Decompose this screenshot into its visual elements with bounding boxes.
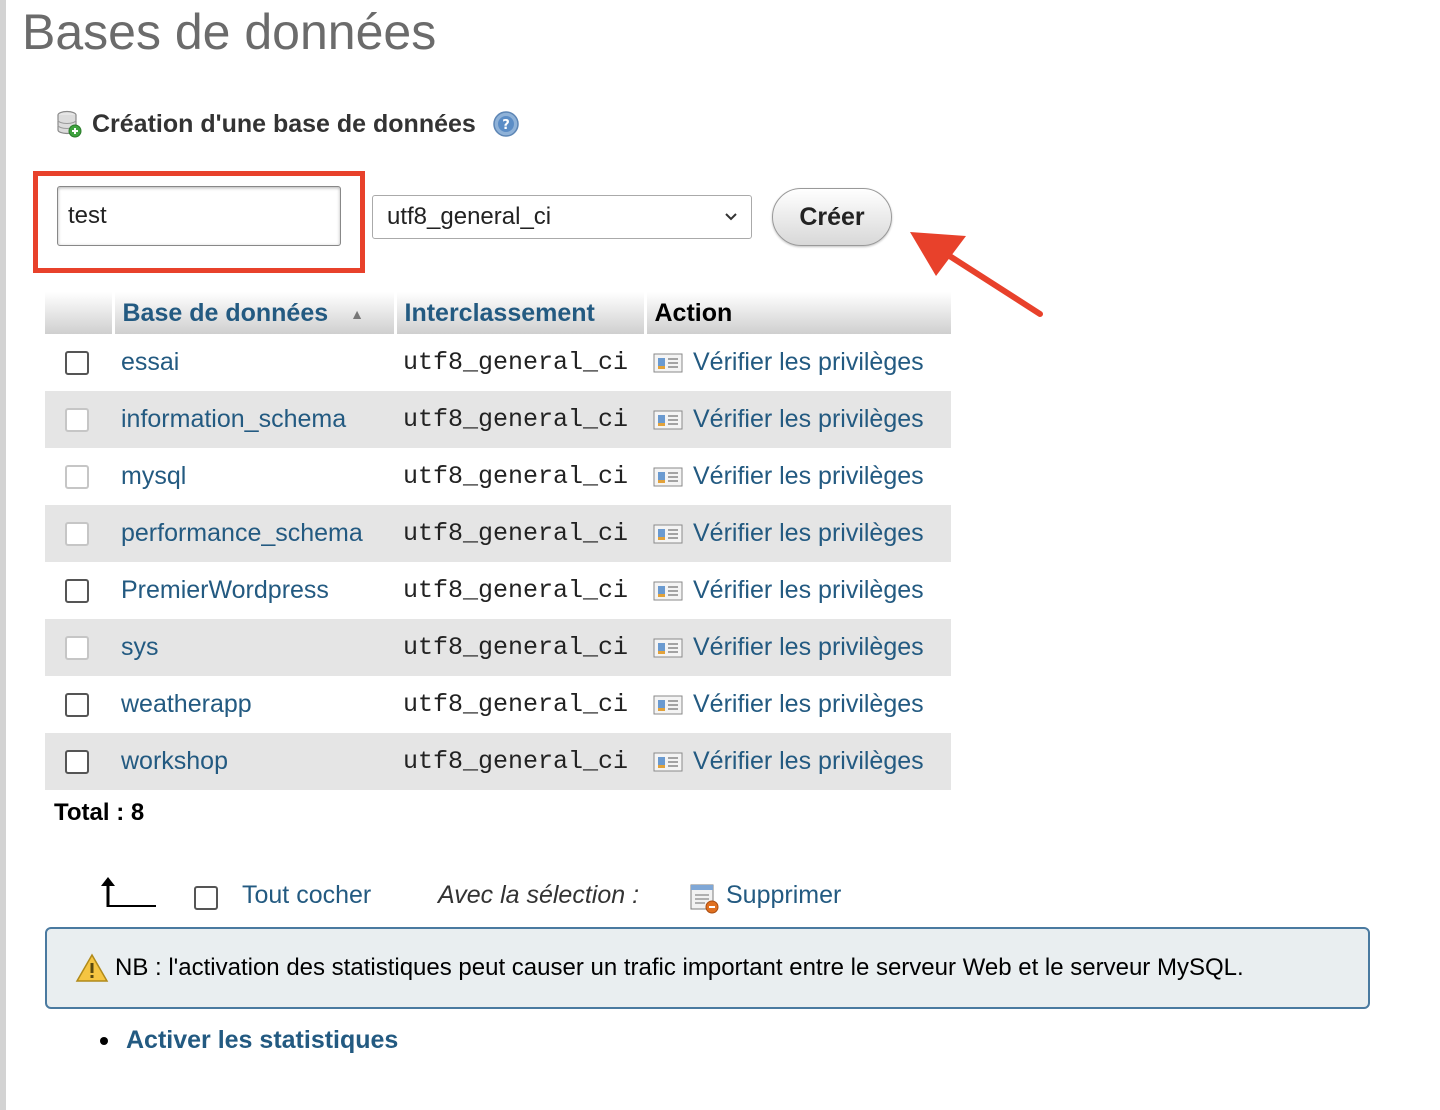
collation-value: utf8_general_ci [395,448,645,505]
row-checkbox[interactable] [65,636,89,661]
table-row: weatherapp utf8_general_ci Vérifier les … [45,676,951,733]
create-button[interactable]: Créer [772,188,892,246]
table-header-row: Base de données ▲ Interclassement Action [45,292,951,334]
collation-value: utf8_general_ci [395,505,645,562]
notice-text: NB : l'activation des statistiques peut … [115,954,1244,981]
statistics-notice: NB : l'activation des statistiques peut … [45,927,1370,1009]
create-database-heading: Création d'une base de données ? [56,106,520,142]
database-link[interactable]: sys [121,633,159,661]
row-checkbox[interactable] [65,750,89,775]
collation-value: utf8_general_ci [395,334,645,391]
collation-value: utf8_general_ci [395,391,645,448]
collation-value: utf8_general_ci [395,733,645,790]
sort-ascending-icon: ▲ [350,305,364,322]
privileges-icon [653,467,683,486]
privileges-icon [653,695,683,714]
privileges-icon [653,353,683,372]
bullet [100,1036,108,1045]
privileges-icon [653,752,683,771]
database-link[interactable]: mysql [121,462,186,490]
table-row: sys utf8_general_ci Vérifier les privilè… [45,619,951,676]
check-privileges-link[interactable]: Vérifier les privilèges [693,519,924,548]
warning-icon [75,953,109,982]
delete-icon[interactable] [688,882,720,914]
check-privileges-link[interactable]: Vérifier les privilèges [693,348,924,377]
database-link[interactable]: essai [121,348,179,376]
statistics-options: Activer les statistiques [100,1026,398,1055]
row-checkbox[interactable] [65,579,89,604]
header-action: Action [645,292,951,334]
header-database-sort[interactable]: Base de données ▲ [113,292,397,334]
row-checkbox[interactable] [65,522,89,547]
header-checkbox-column [45,292,115,334]
database-name-input[interactable] [57,186,341,246]
database-link[interactable]: weatherapp [121,690,252,718]
collation-selected-value: utf8_general_ci [387,203,552,230]
check-privileges-link[interactable]: Vérifier les privilèges [693,405,924,434]
databases-table: Base de données ▲ Interclassement Action … [45,292,951,790]
check-privileges-link[interactable]: Vérifier les privilèges [693,462,924,491]
create-database-label: Création d'une base de données [92,109,476,138]
collation-value: utf8_general_ci [395,676,645,733]
privileges-icon [653,638,683,657]
arrow-ltr-icon [101,877,156,907]
row-checkbox[interactable] [65,408,89,433]
page-title: Bases de données [22,4,437,60]
collation-value: utf8_general_ci [395,562,645,619]
svg-text:?: ? [502,118,510,133]
database-link[interactable]: PremierWordpress [121,576,329,604]
table-row: performance_schema utf8_general_ci Vérif… [45,505,951,562]
check-privileges-link[interactable]: Vérifier les privilèges [693,576,924,605]
database-link[interactable]: performance_schema [121,519,363,547]
row-checkbox[interactable] [65,351,89,376]
list-item: Activer les statistiques [100,1026,398,1055]
table-row: information_schema utf8_general_ci Vérif… [45,391,951,448]
header-database-label: Base de données [122,298,329,327]
delete-link[interactable]: Supprimer [726,881,841,910]
check-privileges-link[interactable]: Vérifier les privilèges [693,633,924,662]
database-add-icon [57,110,82,138]
bulk-actions: Tout cocher Avec la sélection : Supprime… [98,876,898,920]
total-count: Total : 8 [54,799,145,826]
database-link[interactable]: workshop [121,747,228,775]
table-row: PremierWordpress utf8_general_ci Vérifie… [45,562,951,619]
check-all-link[interactable]: Tout cocher [242,881,371,910]
privileges-icon [653,524,683,543]
collation-value: utf8_general_ci [395,619,645,676]
privileges-icon [653,410,683,429]
help-icon[interactable]: ? [492,110,520,138]
check-privileges-link[interactable]: Vérifier les privilèges [693,747,924,776]
with-selection-label: Avec la sélection : [438,881,640,909]
database-link[interactable]: information_schema [121,405,346,433]
header-collation-sort[interactable]: Interclassement [395,292,647,334]
row-checkbox[interactable] [65,693,89,718]
enable-statistics-link[interactable]: Activer les statistiques [126,1026,398,1055]
table-row: mysql utf8_general_ci Vérifier les privi… [45,448,951,505]
check-privileges-link[interactable]: Vérifier les privilèges [693,690,924,719]
privileges-icon [653,581,683,600]
chevron-down-icon [725,213,737,221]
table-row: workshop utf8_general_ci Vérifier les pr… [45,733,951,790]
row-checkbox[interactable] [65,465,89,490]
collation-select[interactable]: utf8_general_ci [372,195,752,239]
check-all-checkbox[interactable] [194,886,218,910]
table-row: essai utf8_general_ci Vérifier les privi… [45,334,951,391]
left-frame-border [0,0,6,1110]
